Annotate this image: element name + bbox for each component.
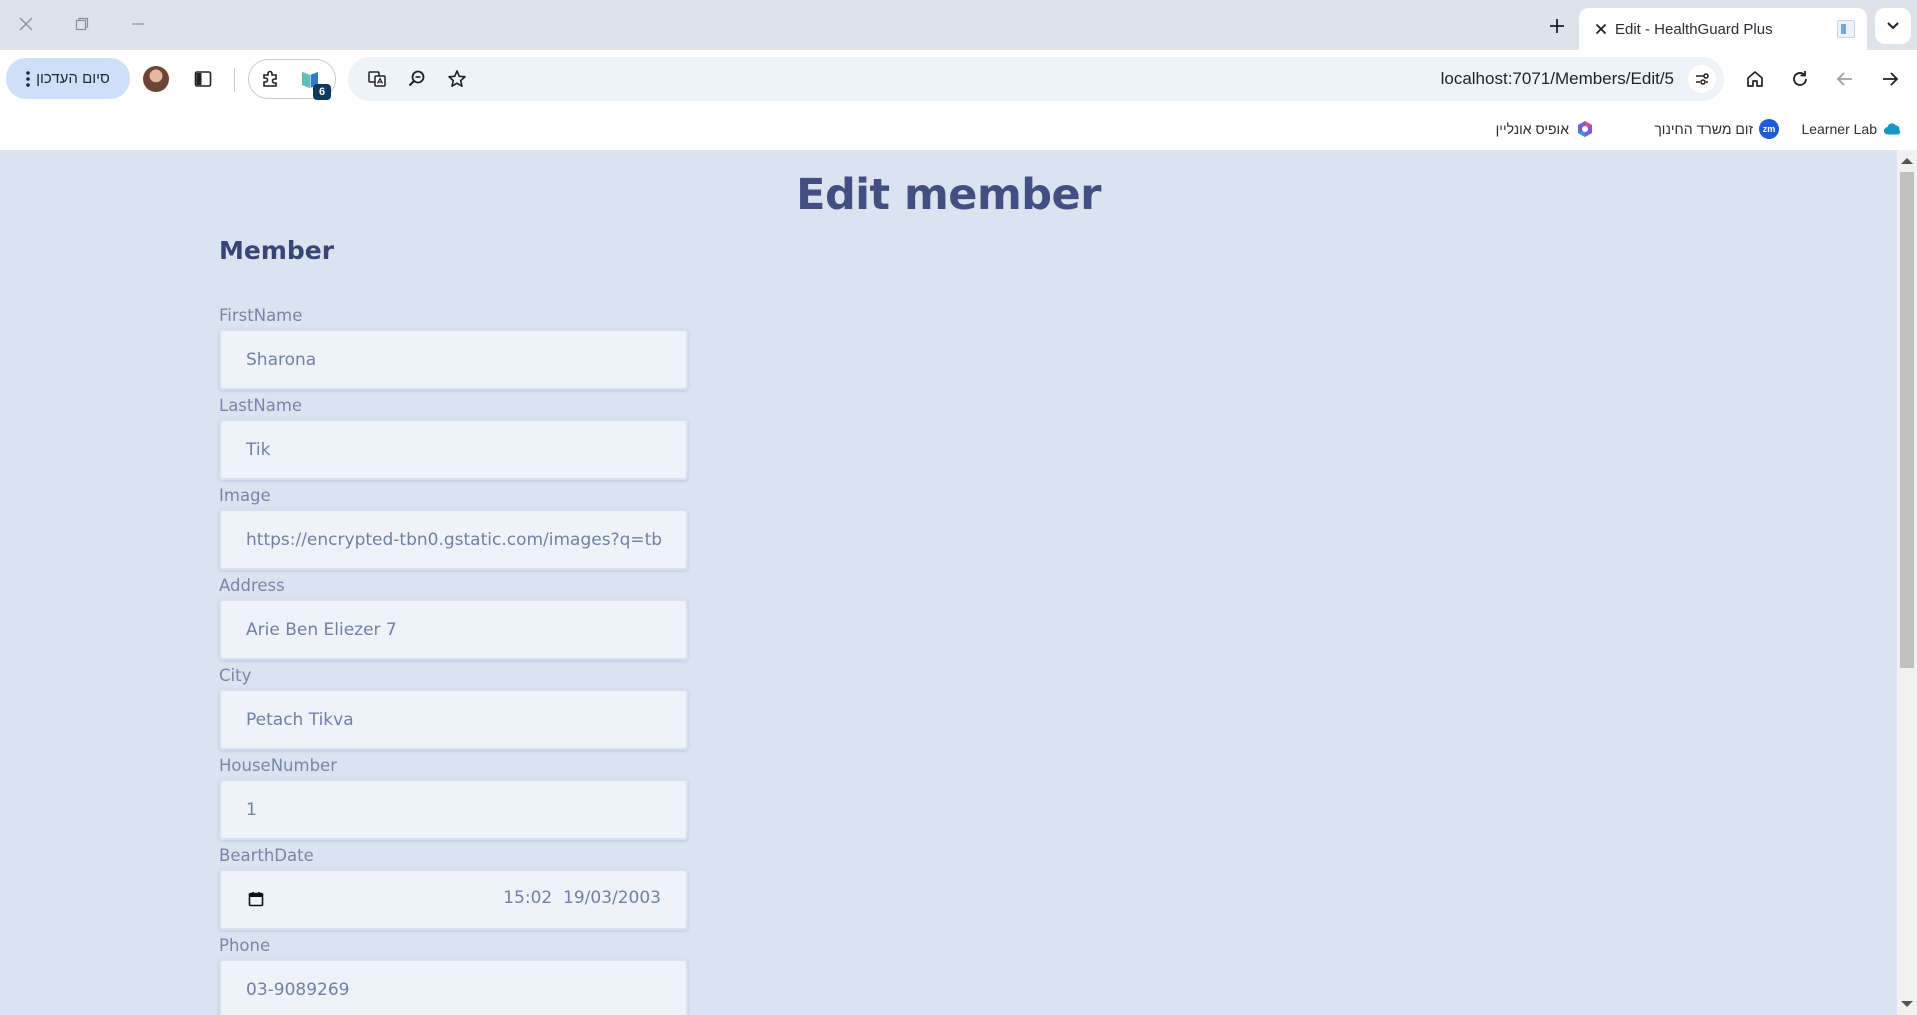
city-field: City [219, 665, 688, 750]
first-name-field: FirstName [219, 305, 688, 390]
address-label: Address [219, 576, 285, 595]
birth-date-input[interactable]: 15:02 19/03/2003 [219, 869, 688, 930]
browser-toolbar: סיום העדכון 6 localhost:7071/Members/Edi… [0, 50, 1917, 108]
bookmark-label: זום משרד החינוך [1654, 121, 1753, 137]
cloud-icon [1883, 119, 1903, 139]
toolbar-divider [234, 68, 235, 92]
plus-icon [1550, 19, 1564, 33]
birth-date-field: BearthDate 15:02 19/03/2003 [219, 845, 688, 930]
phone-label: Phone [219, 936, 271, 955]
last-name-input[interactable] [219, 419, 688, 480]
phone-input[interactable] [219, 959, 688, 1015]
image-label: Image [219, 486, 271, 505]
tab-favicon-icon [1837, 20, 1855, 38]
extensions-group: 6 [248, 59, 336, 100]
back-arrow-icon[interactable] [1828, 62, 1862, 96]
image-url-input[interactable] [219, 509, 688, 570]
finish-update-label: סיום העדכון [36, 70, 110, 87]
address-input[interactable] [219, 599, 688, 660]
scroll-up-arrow-icon[interactable] [1901, 158, 1913, 164]
chevron-down-icon [1887, 22, 1899, 30]
side-panel-icon[interactable] [186, 62, 220, 96]
tab-title: Edit - HealthGuard Plus [1615, 20, 1773, 38]
birth-date-label: BearthDate [219, 846, 314, 865]
image-field: Image [219, 485, 688, 570]
bookmark-label: Learner Lab [1801, 121, 1877, 137]
reload-icon[interactable] [1783, 62, 1817, 96]
first-name-input[interactable] [219, 329, 688, 390]
bookmark-learner-lab[interactable]: Learner Lab [1801, 118, 1903, 140]
window-restore-icon[interactable] [64, 8, 100, 40]
bookmark-zoom[interactable]: zm זום משרד החינוך [1654, 118, 1779, 140]
office-icon [1575, 119, 1595, 139]
new-tab-button[interactable] [1543, 12, 1571, 40]
site-info-icon[interactable] [1688, 65, 1716, 93]
window-close-icon[interactable] [8, 8, 44, 40]
scrollbar-thumb[interactable] [1900, 172, 1914, 668]
phone-field: Phone [219, 935, 688, 1015]
tab-active[interactable]: Edit - HealthGuard Plus [1579, 8, 1867, 50]
address-field: Address [219, 575, 688, 660]
page-viewport: Edit member Member FirstName LastName Im… [0, 150, 1897, 1015]
bookmarks-bar: Learner Lab zm זום משרד החינוך אופיס אונ… [0, 108, 1917, 150]
forward-arrow-icon[interactable] [1873, 62, 1907, 96]
last-name-label: LastName [219, 396, 303, 415]
city-input[interactable] [219, 689, 688, 750]
extensions-puzzle-icon[interactable] [253, 62, 287, 96]
house-number-label: HouseNumber [219, 756, 337, 775]
zoom-icon: zm [1759, 119, 1779, 139]
url-text: localhost:7071/Members/Edit/5 [1440, 69, 1674, 88]
first-name-label: FirstName [219, 306, 303, 325]
page-scrollbar[interactable] [1897, 150, 1917, 1015]
translate-icon[interactable] [360, 62, 394, 96]
finish-update-button[interactable]: סיום העדכון [6, 58, 130, 99]
home-icon[interactable] [1738, 62, 1772, 96]
birth-date-value: 15:02 19/03/2003 [503, 888, 661, 908]
extension-badge: 6 [313, 84, 331, 100]
house-number-input[interactable] [219, 779, 688, 840]
tab-close-icon[interactable] [1591, 19, 1611, 39]
tab-search-button[interactable] [1875, 8, 1911, 44]
page-title: Edit member [796, 170, 1101, 220]
tab-strip: Edit - HealthGuard Plus [0, 0, 1917, 50]
address-bar[interactable]: localhost:7071/Members/Edit/5 [348, 57, 1724, 101]
profile-avatar[interactable] [143, 66, 169, 92]
bookmark-office[interactable]: אופיס אונליין [1496, 118, 1595, 140]
scroll-down-arrow-icon[interactable] [1901, 1001, 1913, 1007]
last-name-field: LastName [219, 395, 688, 480]
city-label: City [219, 666, 252, 685]
bookmark-label: אופיס אונליין [1495, 121, 1569, 137]
bookmark-star-icon[interactable] [440, 62, 474, 96]
more-vert-icon [26, 70, 30, 87]
window-minimize-icon[interactable] [120, 8, 156, 40]
zoom-out-icon[interactable] [400, 62, 434, 96]
calendar-icon[interactable] [248, 891, 264, 907]
house-number-field: HouseNumber [219, 755, 688, 840]
section-title: Member [219, 236, 335, 265]
